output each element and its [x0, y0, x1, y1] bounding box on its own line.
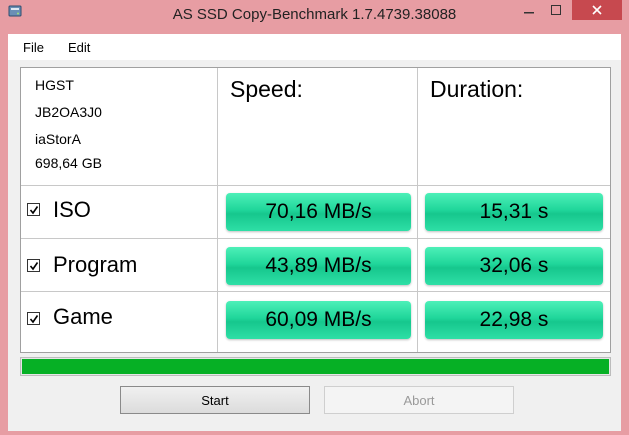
iso-duration-cell: 15,31 s — [418, 186, 610, 239]
progress-bar — [20, 357, 611, 376]
iso-speed-cell: 70,16 MB/s — [218, 186, 418, 239]
menu-bar: File Edit — [8, 34, 621, 60]
row-label-cell: ISO — [21, 186, 218, 239]
iso-label: ISO — [53, 197, 91, 222]
benchmark-window: AS SSD Copy-Benchmark 1.7.4739.38088 Fil… — [0, 0, 629, 435]
minimize-button[interactable] — [516, 0, 542, 20]
duration-header-cell: Duration: — [418, 68, 610, 186]
checkmark-icon — [29, 314, 38, 323]
iso-duration-result: 15,31 s — [425, 193, 603, 231]
start-button[interactable]: Start — [120, 386, 310, 414]
drive-info-cell: HGST JB2OA3J0 iaStorA 698,64 GB — [21, 68, 218, 186]
results-grid: HGST JB2OA3J0 iaStorA 698,64 GB Speed: D… — [20, 67, 611, 353]
speed-column-header: Speed: — [230, 76, 303, 102]
close-button[interactable] — [572, 0, 622, 20]
program-checkbox[interactable] — [27, 259, 40, 272]
drive-driver: iaStorA — [35, 131, 81, 147]
program-duration-cell: 32,06 s — [418, 239, 610, 292]
maximize-button[interactable] — [543, 0, 569, 20]
checkmark-icon — [29, 205, 38, 214]
menu-edit[interactable]: Edit — [68, 40, 90, 55]
row-label-cell: Program — [21, 239, 218, 292]
iso-checkbox[interactable] — [27, 203, 40, 216]
maximize-icon — [551, 5, 561, 15]
drive-model: HGST — [35, 77, 74, 93]
close-icon — [592, 5, 602, 15]
drive-firmware: JB2OA3J0 — [35, 104, 102, 120]
row-label-cell: Game — [21, 292, 218, 352]
title-bar[interactable]: AS SSD Copy-Benchmark 1.7.4739.38088 — [0, 0, 629, 34]
program-speed-result: 43,89 MB/s — [226, 247, 411, 285]
game-label: Game — [53, 304, 113, 329]
program-label: Program — [53, 252, 138, 277]
abort-button[interactable]: Abort — [324, 386, 514, 414]
program-speed-cell: 43,89 MB/s — [218, 239, 418, 292]
iso-speed-result: 70,16 MB/s — [226, 193, 411, 231]
duration-column-header: Duration: — [430, 76, 524, 102]
checkmark-icon — [29, 261, 38, 270]
menu-file[interactable]: File — [23, 40, 44, 55]
progress-fill — [22, 359, 609, 374]
drive-capacity: 698,64 GB — [35, 155, 102, 171]
minimize-icon — [524, 12, 534, 14]
game-speed-cell: 60,09 MB/s — [218, 292, 418, 352]
program-duration-result: 32,06 s — [425, 247, 603, 285]
client-area: File Edit HGST JB2OA3J0 iaStorA 698,64 G… — [8, 34, 621, 431]
game-duration-cell: 22,98 s — [418, 292, 610, 352]
game-duration-result: 22,98 s — [425, 301, 603, 339]
game-checkbox[interactable] — [27, 312, 40, 325]
game-speed-result: 60,09 MB/s — [226, 301, 411, 339]
speed-header-cell: Speed: — [218, 68, 418, 186]
